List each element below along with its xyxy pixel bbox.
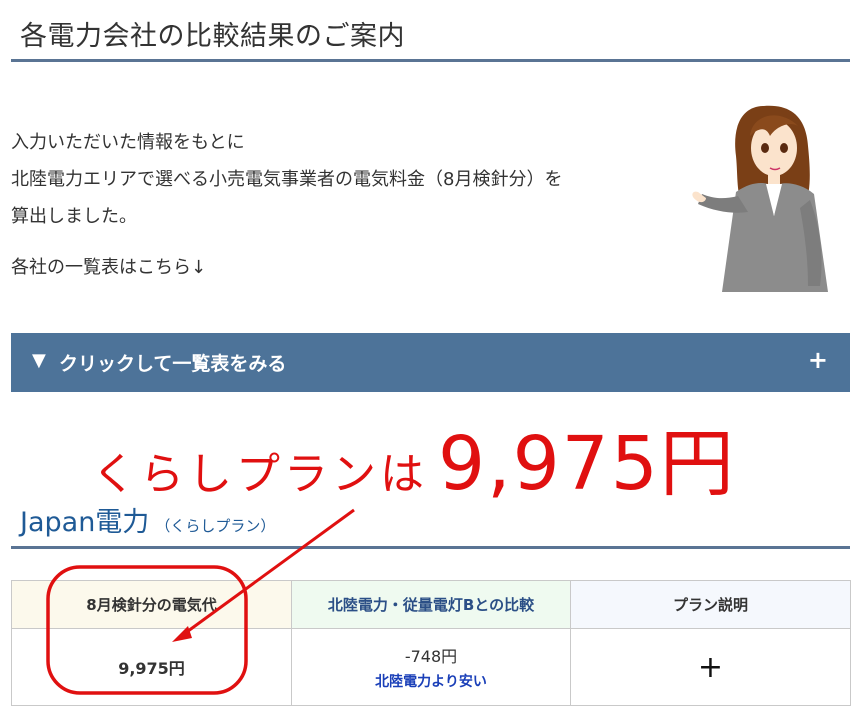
header-plan-description: プラン説明 — [570, 580, 851, 629]
title-divider — [11, 59, 850, 62]
callout-price: 9,975円 — [438, 421, 736, 507]
diff-note: 北陸電力より安い — [375, 674, 487, 690]
list-hint: 各社の一覧表はこちら↓ — [11, 257, 207, 278]
intro-line-2: 北陸電力エリアで選べる小売電気事業者の電気料金（8月検針分）を — [11, 169, 563, 190]
diff-value: -748円 — [404, 647, 458, 666]
intro-line-3: 算出しました。 — [11, 206, 137, 227]
company-divider — [11, 546, 850, 549]
page-title: 各電力会社の比較結果のご案内 — [20, 21, 405, 52]
accordion-toggle-list[interactable]: ▼ クリックして一覧表をみる + — [11, 333, 850, 392]
intro-line-1: 入力いただいた情報をもとに — [11, 132, 245, 153]
cell-cost: 9,975円 — [11, 628, 292, 706]
table-row: 9,975円 -748円 北陸電力より安い + — [11, 628, 851, 706]
cell-comparison: -748円 北陸電力より安い — [291, 628, 571, 706]
intro-text: 入力いただいた情報をもとに 北陸電力エリアで選べる小売電気事業者の電気料金（8月… — [11, 124, 562, 235]
triangle-down-icon: ▼ — [32, 350, 46, 371]
accordion-label: クリックして一覧表をみる — [59, 353, 287, 375]
company-heading: Japan電力 （くらしプラン） — [20, 500, 275, 539]
cell-plan-description: + — [570, 628, 851, 706]
price-callout: くらしプランは 9,975円 — [92, 404, 736, 511]
plus-icon[interactable]: + — [698, 650, 723, 685]
callout-text: くらしプランは — [92, 449, 428, 500]
company-name: Japan電力 — [20, 507, 150, 538]
comparison-table: 8月検針分の電気代 北陸電力・従量電灯Bとの比較 プラン説明 9,975円 -7… — [11, 580, 851, 706]
header-monthly-cost: 8月検針分の電気代 — [11, 580, 292, 629]
header-comparison: 北陸電力・従量電灯Bとの比較 — [291, 580, 571, 629]
cost-value: 9,975円 — [118, 659, 185, 678]
table-header-row: 8月検針分の電気代 北陸電力・従量電灯Bとの比較 プラン説明 — [11, 580, 851, 629]
plus-icon[interactable]: + — [808, 346, 828, 374]
presenter-woman-illustration — [692, 105, 828, 292]
company-plan: （くらしプラン） — [155, 517, 276, 535]
